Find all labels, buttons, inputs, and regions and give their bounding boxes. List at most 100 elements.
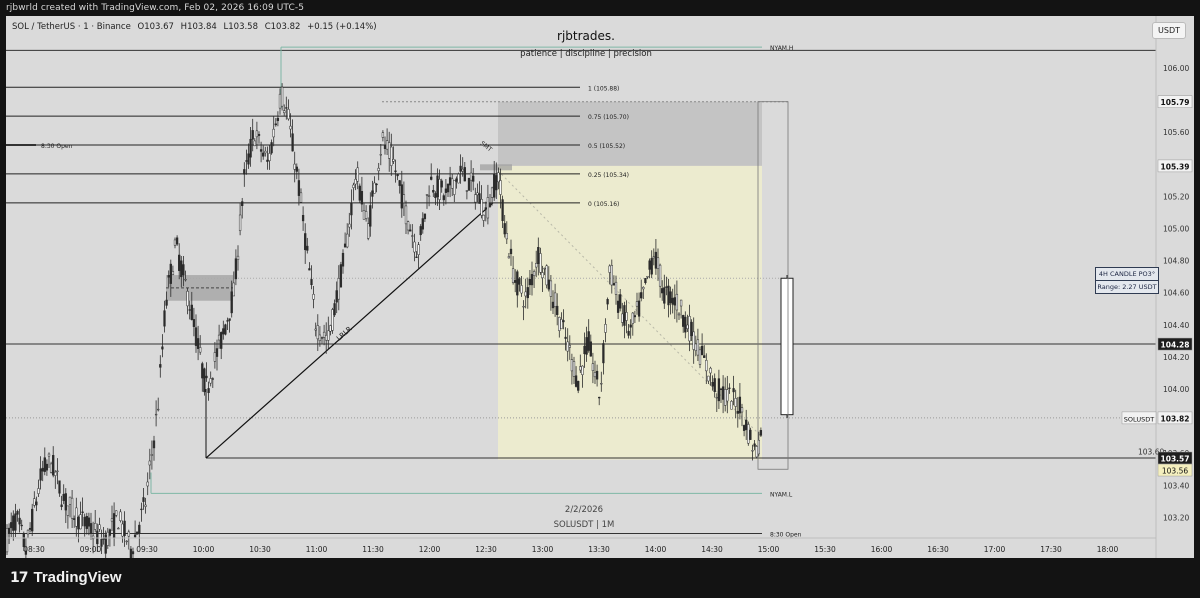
- candle-body: [453, 180, 456, 195]
- candle-body: [337, 278, 340, 300]
- candle-body: [35, 501, 38, 506]
- price-tick-label: 103.40: [1163, 481, 1189, 490]
- candle-body: [33, 498, 36, 506]
- candle-body: [436, 175, 439, 198]
- candle-body: [589, 341, 592, 357]
- legend-symbol[interactable]: SOL / TetherUS · 1 · Binance: [12, 22, 131, 32]
- candle-body: [98, 524, 101, 530]
- candle-body: [129, 548, 133, 558]
- candle-body: [478, 193, 481, 204]
- candle-body: [75, 507, 78, 527]
- candle-body: [262, 152, 265, 157]
- candle-body: [606, 299, 609, 305]
- candle-body: [358, 185, 361, 201]
- candle-body: [593, 372, 597, 378]
- candle-body: [749, 429, 752, 440]
- candle-body: [58, 480, 61, 494]
- candle-body: [747, 424, 750, 444]
- candle-body: [39, 468, 42, 481]
- candle-body: [635, 301, 639, 307]
- candle-body: [94, 523, 97, 530]
- candle-body: [26, 529, 30, 535]
- candle-body: [444, 188, 448, 193]
- candle-body: [110, 518, 114, 522]
- candle-body: [700, 345, 704, 356]
- candle-body: [493, 173, 496, 198]
- candle-body: [411, 235, 414, 237]
- candle-body: [182, 264, 185, 276]
- candle-body: [64, 493, 67, 511]
- candle-body: [413, 241, 416, 253]
- candle-body: [133, 534, 137, 538]
- candle-body: [692, 331, 695, 350]
- candle-body: [545, 265, 548, 286]
- candle-body: [396, 173, 399, 177]
- candle-body: [625, 312, 628, 321]
- candle-body: [301, 214, 305, 222]
- candle-body: [451, 178, 454, 189]
- candle-body: [320, 337, 324, 339]
- price-chart-svg[interactable]: ReplayNYAM.HNYAM.L8:30 Open8:30 Open1 (1…: [6, 16, 1194, 558]
- candle-body: [205, 375, 208, 379]
- price-tick-label: 106.00: [1163, 64, 1189, 73]
- candle-body: [142, 497, 145, 502]
- candle-body: [503, 223, 506, 235]
- candle-body: [312, 294, 315, 300]
- candle-body: [440, 180, 443, 188]
- candle-body: [732, 388, 735, 393]
- tradingview-brand[interactable]: 17 TradingView: [10, 569, 122, 586]
- candle-body: [562, 320, 565, 323]
- candle-body: [339, 264, 343, 288]
- candle-body: [199, 347, 202, 353]
- candle-body: [390, 146, 393, 166]
- candle-body: [579, 366, 582, 371]
- time-tick-label: 13:30: [588, 545, 610, 554]
- candle-body: [371, 190, 374, 197]
- candle-body: [196, 338, 200, 349]
- candle-body: [171, 271, 175, 276]
- candle-body: [243, 169, 246, 175]
- candle-body: [247, 153, 250, 165]
- candle-body: [224, 324, 227, 335]
- currency-button[interactable]: USDT: [1152, 22, 1186, 39]
- candle-body: [304, 233, 307, 251]
- candle-body: [352, 184, 355, 188]
- candle-body: [415, 256, 418, 258]
- candle-body: [438, 179, 441, 200]
- candle-body: [213, 352, 217, 362]
- candle-body: [280, 86, 284, 107]
- po3-candle-body[interactable]: [780, 277, 794, 416]
- candle-body: [87, 517, 91, 527]
- candle-body: [356, 167, 359, 182]
- candle-body: [671, 297, 674, 305]
- candle-body: [251, 130, 254, 140]
- chart-area[interactable]: ReplayNYAM.HNYAM.L8:30 Open8:30 Open1 (1…: [6, 16, 1194, 558]
- candle-body: [241, 201, 244, 206]
- candle-body: [192, 319, 196, 327]
- candle-body: [18, 517, 21, 525]
- time-tick-label: 14:00: [645, 545, 667, 554]
- candle-body: [310, 279, 313, 286]
- candle-body: [688, 316, 691, 342]
- candle-body: [215, 348, 219, 357]
- candle-body: [455, 178, 458, 182]
- candle-body: [419, 226, 422, 236]
- candle-body: [530, 274, 534, 286]
- candle-body: [694, 343, 697, 351]
- candle-body: [432, 189, 435, 193]
- price-tag-low2: 103.56: [1162, 467, 1188, 476]
- candle-body: [608, 265, 611, 273]
- candle-body: [348, 223, 351, 228]
- candle-body: [646, 275, 649, 278]
- candle-body: [648, 260, 651, 270]
- candle-body: [724, 389, 727, 406]
- candle-body: [753, 443, 756, 447]
- candle-body: [287, 109, 290, 120]
- candle-body: [730, 401, 733, 410]
- candle-body: [373, 182, 376, 194]
- candle-body: [526, 287, 529, 299]
- candle-body: [427, 195, 431, 197]
- candle-body: [161, 346, 164, 350]
- candle-body: [591, 363, 595, 371]
- candle-body: [220, 332, 223, 349]
